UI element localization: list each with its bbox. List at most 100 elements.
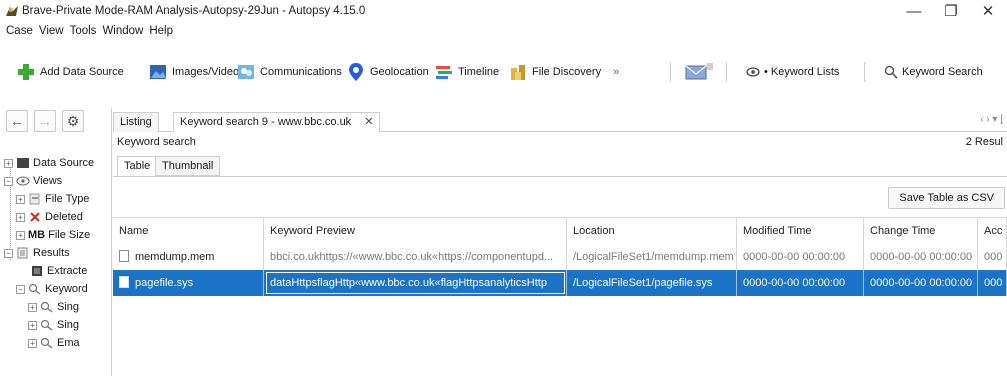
expand-icon[interactable]: + [4,158,13,168]
tree-item-single-literal-2[interactable]: + Sing [28,316,79,334]
geolocation-button[interactable]: Geolocation [346,58,429,86]
tree-item-label: Ema [57,337,80,349]
expand-icon[interactable]: + [16,230,25,240]
settings-gear-icon[interactable]: ⚙ [62,110,84,132]
tree-item-file-types[interactable]: + File Type [16,190,89,208]
tab-table[interactable]: Table [117,156,158,176]
tab-scroll-controls[interactable]: ‹ › ▾ [ [980,114,1003,125]
images-videos-button[interactable]: Images/Videos [148,58,245,86]
tree-item-results[interactable]: − Results [4,244,70,262]
tree-item-single-literal-1[interactable]: + Sing [28,298,79,316]
magnifier-icon [40,319,53,331]
expand-icon[interactable]: + [28,302,37,312]
cell-name: pagefile.sys [113,270,264,296]
minimize-button[interactable]: — [896,1,932,23]
tree-item-label: File Size [48,229,91,241]
menu-view[interactable]: View [39,22,64,40]
tree-item-label: Deleted [45,211,83,223]
tree-item-label: File Type [45,193,90,205]
forward-button[interactable]: → [34,110,56,132]
tree-item-label: Extracte [47,265,88,277]
menu-window[interactable]: Window [102,22,143,40]
communications-label: Communications [260,66,342,78]
timeline-button[interactable]: Timeline [434,58,499,86]
file-name: pagefile.sys [135,277,194,289]
collapse-icon[interactable]: − [16,284,25,294]
tab-label: Table [124,160,151,172]
autopsy-logo-icon [6,6,18,16]
tab-thumbnail[interactable]: Thumbnail [155,156,221,176]
expand-icon[interactable]: + [28,320,37,330]
tree-item-label: Sing [57,319,80,331]
file-discovery-button[interactable]: File Discovery » [508,58,619,86]
file-discovery-label: File Discovery [532,66,602,78]
save-table-as-csv-button[interactable]: Save Table as CSV [888,187,1005,209]
column-header-change-time[interactable]: Change Time [864,218,978,244]
table-panel: Save Table as CSV Name Keyword Preview L… [113,176,1007,376]
cell-modified-time: 0000-00-00 00:00:00 [737,270,864,296]
add-data-source-label: Add Data Source [40,66,124,78]
column-header-location[interactable]: Location [567,218,737,244]
column-header-name[interactable]: Name [113,218,264,244]
toolbar-separator [726,62,727,82]
keyword-search-button[interactable]: Keyword Search [884,58,983,86]
toolbar-overflow-icon[interactable]: » [613,66,619,78]
collapse-icon[interactable]: − [4,248,13,258]
tree-item-keyword-hits[interactable]: − Keyword [16,280,88,298]
result-viewer: Listing Keyword search 9 - www.bbc.co.uk… [113,108,1007,376]
cell-keyword-preview: dataHttpsflagHttp«www.bbc.co.uk«flagHttp… [264,270,567,296]
table-row-selected[interactable]: pagefile.sys dataHttpsflagHttp«www.bbc.c… [113,270,1007,296]
close-button[interactable]: ✕ [970,1,1006,23]
mail-icon [685,63,713,80]
communications-button[interactable]: Communications [236,58,342,86]
column-header-keyword-preview[interactable]: Keyword Preview [264,218,567,244]
directory-tree-pane: ← → ⚙ + Data Source − Views + File Type … [0,108,112,376]
keyword-lists-button[interactable]: • Keyword Lists [746,58,839,86]
inbox-button[interactable] [684,58,714,86]
close-tab-icon[interactable]: ✕ [364,116,373,128]
tree-item-extracted-content[interactable]: Extracte [30,262,87,280]
file-discovery-icon [511,65,525,80]
menu-help[interactable]: Help [149,22,173,40]
geolocation-label: Geolocation [370,66,429,78]
toolbar-separator [864,62,865,82]
menu-tools[interactable]: Tools [70,22,97,40]
column-header-access-time[interactable]: Acc [978,218,1007,244]
tree-item-file-size[interactable]: + MB File Size [16,226,90,244]
maximize-button[interactable]: ❐ [933,1,969,23]
tree-item-label: Data Source [33,157,95,169]
extracted-content-icon [32,266,42,276]
cell-modified-time: 0000-00-00 00:00:00 [737,244,864,270]
tree-item-label: Views [33,175,63,187]
tree-item-deleted-files[interactable]: + Deleted [16,208,83,226]
tree-item-data-sources[interactable]: + Data Source [4,154,94,172]
communications-icon [238,65,254,79]
result-count: 2 Resul [965,136,1003,148]
data-source-icon [17,158,29,168]
file-types-icon [29,193,40,205]
menu-case[interactable]: Case [6,22,33,40]
views-eye-icon [16,176,30,186]
tree-item-email-addresses[interactable]: + Ema [28,334,80,352]
expand-icon[interactable]: + [28,338,37,348]
table-header-row: Name Keyword Preview Location Modified T… [113,218,1007,244]
table-row[interactable]: memdump.mem bbci.co.ukhttps://«www.bbc.c… [113,244,1007,270]
images-videos-label: Images/Videos [172,66,245,78]
toolbar-separator [670,62,671,82]
back-button[interactable]: ← [6,110,28,132]
collapse-icon[interactable]: − [4,176,13,186]
file-name: memdump.mem [135,251,215,263]
column-header-modified-time[interactable]: Modified Time [737,218,864,244]
viewer-tab-strip: Listing Keyword search 9 - www.bbc.co.uk… [113,112,1007,132]
cell-access-time: 000 [978,244,1007,270]
tab-label: Thumbnail [162,160,214,172]
expand-icon[interactable]: + [16,212,25,222]
toolbar: Add Data Source Images/Videos Communicat… [0,58,1007,86]
tab-listing[interactable]: Listing [113,112,159,132]
tab-keyword-search[interactable]: Keyword search 9 - www.bbc.co.uk ✕ [173,112,381,132]
expand-icon[interactable]: + [16,194,25,204]
tree-nav-bar: ← → ⚙ [6,108,84,134]
results-table: Name Keyword Preview Location Modified T… [113,217,1007,296]
add-data-source-button[interactable]: Add Data Source [16,58,124,86]
tree-item-views[interactable]: − Views [4,172,62,190]
